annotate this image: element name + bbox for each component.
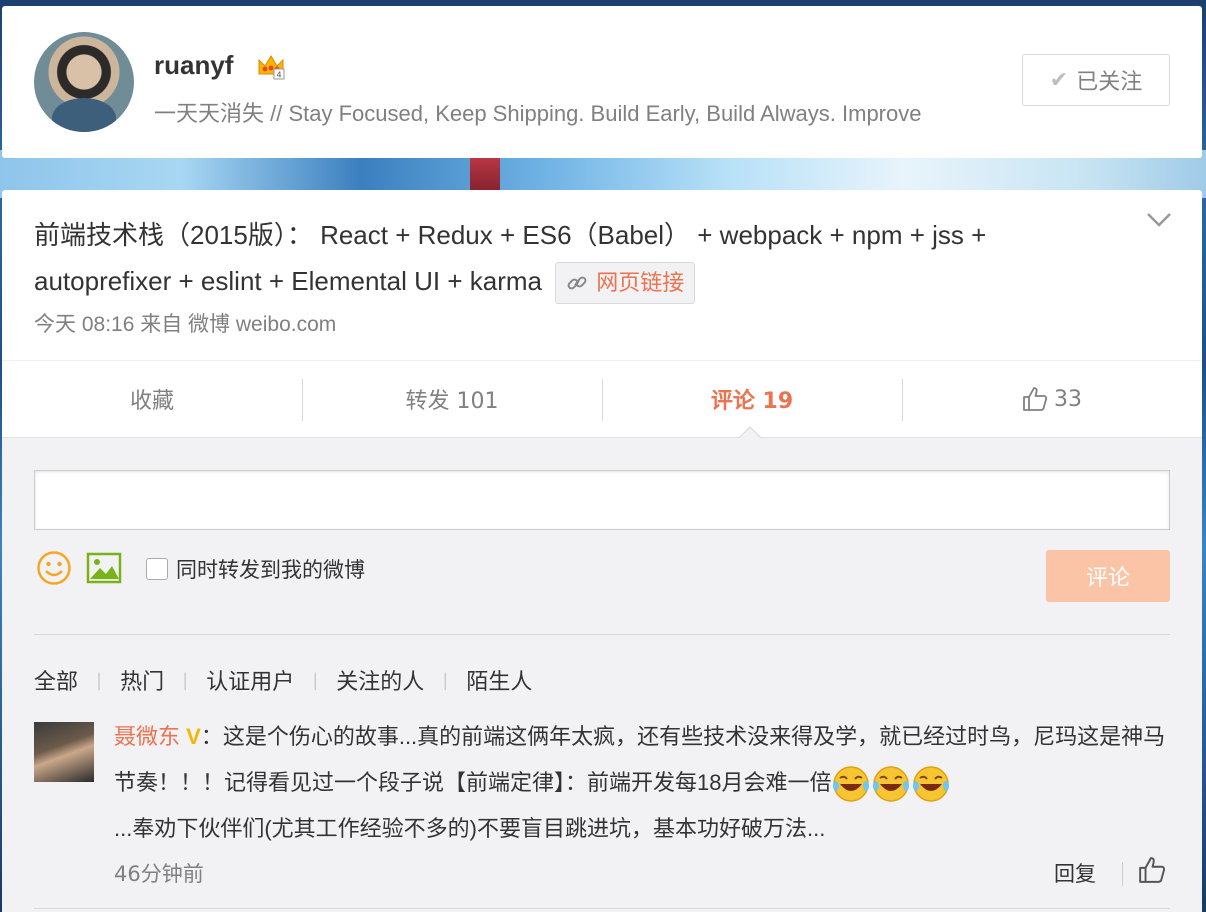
comment-author[interactable]: 聂微东 (114, 724, 180, 749)
favorite-button[interactable]: 收藏 (2, 361, 302, 437)
filter-tab-following[interactable]: 关注的人 (336, 664, 424, 696)
like-count: 33 (1054, 386, 1082, 412)
comment-text: ：这是个伤心的故事...真的前端这俩年太疯，还有些技术没来得及学，就已经过时鸟，… (114, 724, 1166, 795)
laughing-emoji-icon (913, 766, 950, 802)
link-icon (567, 276, 587, 290)
laughing-emoji-icon (833, 766, 870, 802)
favorite-label: 收藏 (129, 389, 174, 414)
profile-name[interactable]: ruanyf (154, 50, 233, 81)
post-text: 前端技术栈（2015版）： React + Redux + ES6（Babel）… (34, 212, 1124, 305)
comment-text-continued: ...奉劝下伙伴们(尤其工作经验不多的)不要盲目跳进坑，基本功好破万法... (114, 816, 826, 841)
thumbs-up-icon[interactable] (1138, 856, 1166, 884)
profile-avatar[interactable] (34, 32, 134, 132)
comment-area: 同时转发到我的微博 评论 全部 | 热门 | 认证用户 | 关注的人 | 陌生人… (2, 438, 1202, 912)
follow-button-label: 已关注 (1076, 70, 1143, 95)
repost-button[interactable]: 转发 101 (302, 361, 602, 437)
repost-checkbox-label[interactable]: 同时转发到我的微博 (176, 554, 365, 584)
filter-tab-all[interactable]: 全部 (34, 664, 78, 696)
comment-avatar[interactable] (34, 722, 94, 782)
web-link[interactable]: 网页链接 (555, 262, 696, 305)
chevron-down-icon[interactable] (1146, 212, 1172, 228)
filter-separator: | (312, 669, 319, 691)
active-tab-caret (738, 426, 762, 439)
post-card: 前端技术栈（2015版）： React + Redux + ES6（Babel）… (2, 190, 1202, 912)
image-icon[interactable] (86, 552, 122, 584)
reply-separator (1122, 862, 1123, 886)
emoji-icon[interactable] (36, 550, 72, 586)
comment-tab-label: 评论 19 (710, 389, 794, 414)
profile-bio: 一天天消失 // Stay Focused, Keep Shipping. Bu… (154, 101, 922, 126)
profile-card: ruanyf 4 一天天消失 // Stay Focused, Keep Shi… (2, 6, 1202, 158)
filter-tab-verified[interactable]: 认证用户 (206, 664, 294, 696)
comment-input[interactable] (34, 470, 1170, 530)
laughing-emoji-icon (873, 766, 910, 802)
post-meta: 今天 08:16 来自 微博 weibo.com (34, 313, 337, 336)
repost-label: 转发 101 (405, 389, 499, 414)
action-bar: 收藏 转发 101 评论 19 33 (2, 360, 1202, 438)
post-body: 前端技术栈（2015版）： React + Redux + ES6（Babel）… (34, 220, 987, 296)
web-link-label: 网页链接 (596, 270, 685, 296)
thumbs-up-icon (1023, 387, 1048, 411)
check-icon: ✔ (1049, 67, 1069, 93)
svg-text:4: 4 (276, 71, 281, 80)
divider (34, 634, 1170, 635)
comment-filter-tabs: 全部 | 热门 | 认证用户 | 关注的人 | 陌生人 (34, 664, 532, 696)
filter-separator: | (182, 669, 189, 691)
comment-time: 46分钟前 (114, 862, 204, 886)
comment-body: 聂微东 V：这是个伤心的故事...真的前端这俩年太疯，还有些技术没来得及学，就已… (114, 714, 1174, 852)
divider (34, 908, 1170, 909)
filter-tab-hot[interactable]: 热门 (120, 664, 164, 696)
filter-separator: | (96, 669, 103, 691)
crown-icon: 4 (258, 55, 285, 80)
like-button[interactable]: 33 (902, 361, 1202, 437)
filter-tab-strangers[interactable]: 陌生人 (466, 664, 532, 696)
reply-link[interactable]: 回复 (1054, 858, 1096, 888)
verified-badge-icon: V (186, 724, 201, 749)
follow-button[interactable]: ✔ 已关注 (1022, 54, 1170, 106)
submit-comment-button[interactable]: 评论 (1046, 550, 1170, 602)
filter-separator: | (442, 669, 449, 691)
repost-checkbox[interactable] (146, 558, 168, 580)
